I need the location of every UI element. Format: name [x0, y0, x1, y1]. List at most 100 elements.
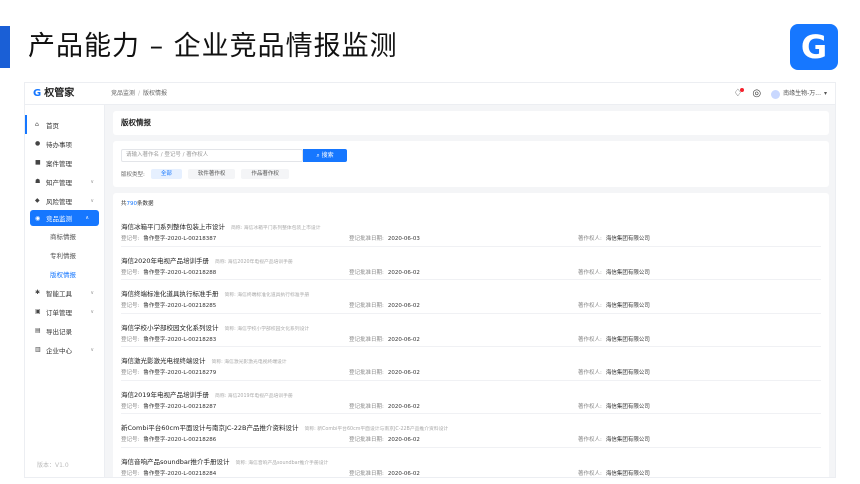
- owner-label: 著作权人:: [578, 437, 602, 443]
- approve-date-label: 登记批准日期:: [349, 437, 384, 443]
- record-title[interactable]: 海信学校小学部校园文化系列设计 简称: 海信学校小学部校园文化系列设计: [121, 322, 309, 332]
- sidebar-item-copyright-intel[interactable]: 版权情报: [25, 264, 104, 283]
- record-title[interactable]: 海信音响产品soundbar推介手册设计 简称: 海信音响产品soundbar推介…: [121, 456, 328, 466]
- record-title[interactable]: 新Combi平台60cm平面设计与南京JC-22B产品推介资料设计 简称: 新Co…: [121, 422, 448, 432]
- owner-label: 著作权人:: [578, 236, 602, 242]
- reg-no-label: 登记号:: [121, 437, 140, 443]
- record-title[interactable]: 海信终端标准化道具执行标准手册 简称: 海信终端标准化道具执行标准手册: [121, 288, 309, 298]
- approve-date-value: 2020-06-02: [387, 470, 420, 477]
- sidebar-item-todo[interactable]: ● 待办事项: [25, 134, 104, 153]
- list-item[interactable]: 海信终端标准化道具执行标准手册 简称: 海信终端标准化道具执行标准手册 登记号: 鲁作…: [121, 280, 821, 314]
- list-item[interactable]: 海信音响产品soundbar推介手册设计 简称: 海信音响产品soundbar推介…: [121, 448, 821, 478]
- record-subtitle: 简称: 海信终端标准化道具执行标准手册: [224, 293, 310, 298]
- owner-value: 海信集团有限公司: [605, 470, 650, 477]
- record-title-text: 海信音响产品soundbar推介手册设计: [121, 457, 230, 466]
- sidebar-item-ip[interactable]: ☗ 知产管理 ∨: [25, 172, 104, 191]
- sidebar-item-label: 首页: [46, 121, 59, 130]
- sidebar-item-label: 商标情报: [50, 232, 76, 241]
- owner-label: 著作权人:: [578, 470, 602, 477]
- record-subtitle: 简称: 海信冰箱平门系列整体包装上市设计: [231, 226, 321, 231]
- settings-icon[interactable]: ◎: [752, 87, 761, 101]
- record-subtitle: 简称: 海信2020年电视产品培训手册: [215, 259, 293, 265]
- type-chip-software[interactable]: 软件著作权: [187, 169, 236, 179]
- sidebar-item-cases[interactable]: ■ 案件管理: [25, 153, 104, 172]
- slide-title: 产品能力 – 企业竞品情报监测: [28, 31, 398, 62]
- ip-icon: ☗: [35, 178, 41, 185]
- approve-date-value: 2020-06-02: [387, 269, 420, 276]
- record-title[interactable]: 海信冰箱平门系列整体包装上市设计 简称: 海信冰箱平门系列整体包装上市设计: [121, 221, 321, 231]
- search-input[interactable]: 请输入著作名 / 登记号 / 著作权人: [121, 149, 303, 162]
- app-logo-text: 权管家: [44, 88, 75, 99]
- result-count-suffix: 条数据: [137, 201, 154, 207]
- sidebar-item-company[interactable]: ▥ 企业中心 ∨: [25, 340, 104, 359]
- approve-date-label: 登记批准日期:: [349, 336, 384, 343]
- logo-mark-icon: G: [33, 88, 42, 99]
- sidebar-item-label: 智能工具: [46, 289, 72, 298]
- sidebar-item-competitor-monitor[interactable]: ◉ 竞品监测 ∧: [30, 210, 99, 226]
- chevron-down-icon: ∨: [90, 346, 94, 353]
- list-item[interactable]: 新Combi平台60cm平面设计与南京JC-22B产品推介资料设计 简称: 新Co…: [121, 414, 821, 448]
- app-logo[interactable]: G 权管家: [33, 87, 74, 101]
- sidebar-item-label: 风险管理: [46, 197, 72, 206]
- record-title[interactable]: 海信2020年电视产品培训手册 简称: 海信2020年电视产品培训手册: [121, 255, 293, 265]
- record-title-text: 新Combi平台60cm平面设计与南京JC-22B产品推介资料设计: [121, 424, 299, 432]
- record-subtitle: 简称: 海信音响产品soundbar推介手册设计: [235, 460, 329, 466]
- sidebar-item-tools[interactable]: ✱ 智能工具 ∨: [25, 283, 104, 302]
- sidebar-item-export[interactable]: ▤ 导出记录: [25, 321, 104, 340]
- user-name: 南缘生物-万...: [783, 90, 821, 97]
- search-button[interactable]: ⌕ 搜索: [303, 149, 347, 162]
- sidebar: ⌂ 首页 ● 待办事项 ■ 案件管理 ☗ 知产管理 ∨ ◆ 风险管理 ∨ ◉ 竞品监测 ∧ 商标情…: [25, 105, 105, 477]
- record-title[interactable]: 海信2019年电视产品培训手册 简称: 海信2019年电视产品培训手册: [121, 389, 293, 399]
- sidebar-item-risk[interactable]: ◆ 风险管理 ∨: [25, 191, 104, 210]
- list-item[interactable]: 海信冰箱平门系列整体包装上市设计 简称: 海信冰箱平门系列整体包装上市设计登记号:…: [121, 213, 821, 247]
- owner-label: 著作权人:: [578, 403, 602, 410]
- chevron-down-icon: ∨: [90, 289, 94, 296]
- top-right-tools: ♢ ◎ 南缘生物-万... ▾: [733, 87, 827, 101]
- top-bar: G 权管家 竞品监测 / 版权情报 ♢ ◎ 南缘生物-万... ▾: [25, 83, 835, 105]
- record-subtitle: 简称: 新Combi平台60cm平面设计与南京JC-22B产品推介资料设计: [304, 427, 449, 432]
- sidebar-item-label: 待办事项: [46, 140, 72, 149]
- record-subtitle: 简称: 海信2019年电视产品培训手册: [215, 393, 293, 399]
- reg-no-label: 登记号:: [121, 470, 140, 477]
- approve-date-label: 登记批准日期:: [349, 236, 384, 242]
- breadcrumb-item[interactable]: 竞品监测: [111, 90, 135, 97]
- sidebar-item-orders[interactable]: ▣ 订单管理 ∨: [25, 302, 104, 321]
- reg-no-label: 登记号:: [121, 336, 140, 343]
- sidebar-item-trademark-intel[interactable]: 商标情报: [25, 226, 104, 245]
- type-filter-label: 版权类型:: [121, 172, 145, 178]
- approve-date-label: 登记批准日期:: [349, 269, 384, 276]
- type-chip-works[interactable]: 作品著作权: [241, 169, 289, 179]
- type-filter: 版权类型: 全部 软件著作权 作品著作权: [121, 169, 289, 179]
- tool-icon: ✱: [35, 289, 41, 296]
- sidebar-item-label: 企业中心: [46, 346, 72, 355]
- record-title-text: 海信2019年电视产品培训手册: [121, 390, 210, 399]
- case-icon: ■: [35, 159, 41, 166]
- sidebar-item-label: 版权情报: [50, 270, 76, 279]
- reg-no-label: 登记号:: [121, 236, 140, 242]
- reg-no-value: 鲁作登字-2020-L-00218285: [143, 303, 217, 309]
- owner-value: 海信集团有限公司: [605, 303, 650, 309]
- sidebar-item-home[interactable]: ⌂ 首页: [25, 115, 104, 134]
- user-menu[interactable]: 南缘生物-万... ▾: [771, 87, 827, 101]
- owner-value: 海信集团有限公司: [605, 336, 650, 343]
- sidebar-item-label: 订单管理: [46, 308, 72, 317]
- breadcrumb-item-current: 版权情报: [143, 90, 168, 97]
- record-title-text: 海信终端标准化道具执行标准手册: [121, 290, 219, 298]
- sidebar-item-label: 知产管理: [46, 178, 72, 187]
- list-item[interactable]: 海信学校小学部校园文化系列设计 简称: 海信学校小学部校园文化系列设计 登记号: 鲁作…: [121, 314, 821, 347]
- home-icon: ⌂: [35, 121, 39, 128]
- approve-date-label: 登记批准日期:: [349, 470, 384, 477]
- shield-icon: ◆: [35, 197, 40, 204]
- approve-date-value: 2020-06-03: [387, 236, 420, 242]
- sidebar-item-patent-intel[interactable]: 专利情报: [25, 245, 104, 264]
- owner-value: 海信集团有限公司: [605, 236, 650, 242]
- bell-icon[interactable]: ♢: [733, 87, 745, 101]
- type-chip-all[interactable]: 全部: [150, 169, 182, 179]
- reg-no-value: 鲁作登字-2020-L-00218286: [143, 437, 217, 443]
- list-item[interactable]: 海信激光影激光电视终端设计 简称: 海信激光影激光电视终端设计 登记号: 鲁作登字-2…: [121, 347, 821, 381]
- list-item[interactable]: 海信2020年电视产品培训手册 简称: 海信2020年电视产品培训手册 登记号: 鲁作…: [121, 247, 821, 280]
- sidebar-item-label: 导出记录: [46, 327, 72, 336]
- record-title[interactable]: 海信激光影激光电视终端设计 简称: 海信激光影激光电视终端设计: [121, 355, 287, 365]
- reg-no-value: 鲁作登字-2020-L-00218287: [143, 403, 217, 410]
- list-item[interactable]: 海信2019年电视产品培训手册 简称: 海信2019年电视产品培训手册 登记号: 鲁作…: [121, 381, 821, 414]
